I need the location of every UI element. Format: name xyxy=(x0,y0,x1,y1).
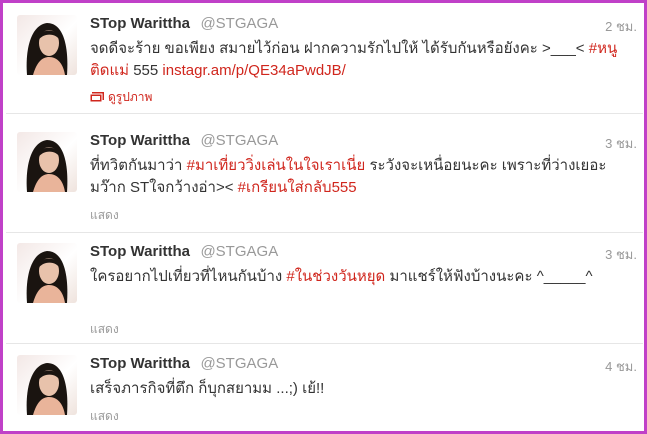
tweet[interactable]: STop Warittha @STGAGA 3 ชม. ใครอยากไปเที… xyxy=(6,234,643,344)
tweet[interactable]: STop Warittha @STGAGA 3 ชม. ที่ทวิตกันมา… xyxy=(6,123,643,233)
hashtag-link[interactable]: #เกรียนใส่กลับ555 xyxy=(238,179,357,196)
avatar[interactable] xyxy=(17,15,77,75)
hashtag-link[interactable]: #ในช่วงวันหยุด xyxy=(286,268,385,285)
tweet-text-part: ที่ทวิตกันมาว่า xyxy=(90,157,187,174)
tweet-text-part: เสร็จภารกิจที่ตึก ก็บุกสยามม ...;) เย้!! xyxy=(90,380,325,397)
tweet-text: ที่ทวิตกันมาว่า #มาเที่ยววิ่งเล่นในใจเรา… xyxy=(90,155,635,199)
tweet-header: STop Warittha @STGAGA 3 ชม. xyxy=(90,243,637,263)
user-screen-name[interactable]: @STGAGA xyxy=(200,132,278,149)
tweet-header: STop Warittha @STGAGA 2 ชม. xyxy=(90,15,637,35)
tweet-text: เสร็จภารกิจที่ตึก ก็บุกสยามม ...;) เย้!! xyxy=(90,378,635,400)
tweet-text-part: 555 xyxy=(129,62,163,79)
tweet-text-part: จดดีจะร้าย ขอเพียง สมายไว้ก่อน ฝากความรั… xyxy=(90,40,589,57)
tweet-header: STop Warittha @STGAGA 4 ชม. xyxy=(90,355,637,375)
avatar[interactable] xyxy=(17,243,77,303)
user-screen-name[interactable]: @STGAGA xyxy=(200,15,278,32)
tweet-text-part: ใครอยากไปเที่ยวที่ไหนกันบ้าง xyxy=(90,268,287,285)
expand-tweet-link[interactable]: แสดง xyxy=(90,320,119,339)
url-link[interactable]: instagr.am/p/QE34aPwdJB/ xyxy=(162,62,345,79)
user-full-name[interactable]: STop Warittha xyxy=(90,243,190,260)
user-full-name[interactable]: STop Warittha xyxy=(90,355,190,372)
expand-tweet-link[interactable]: แสดง xyxy=(90,407,119,426)
user-full-name[interactable]: STop Warittha xyxy=(90,15,190,32)
user-screen-name[interactable]: @STGAGA xyxy=(200,355,278,372)
avatar[interactable] xyxy=(17,355,77,415)
hashtag-link[interactable]: #มาเที่ยววิ่งเล่นในใจเราเนี่ย xyxy=(187,157,366,174)
tweet-timestamp[interactable]: 3 ชม. xyxy=(605,244,637,265)
expand-tweet-link[interactable]: แสดง xyxy=(90,206,119,225)
tweet[interactable]: STop Warittha @STGAGA 2 ชม. จดดีจะร้าย ข… xyxy=(6,6,643,114)
tweet-header: STop Warittha @STGAGA 3 ชม. xyxy=(90,132,637,152)
tweet-text-part: มาแชร์ให้ฟังบ้างนะคะ ^_____^ xyxy=(385,268,593,285)
user-screen-name[interactable]: @STGAGA xyxy=(200,243,278,260)
tweet-text: จดดีจะร้าย ขอเพียง สมายไว้ก่อน ฝากความรั… xyxy=(90,38,635,82)
user-full-name[interactable]: STop Warittha xyxy=(90,132,190,149)
tweet-timestamp[interactable]: 3 ชม. xyxy=(605,133,637,154)
view-photo-label: ดูรูปภาพ xyxy=(108,90,153,104)
avatar[interactable] xyxy=(17,132,77,192)
tweet-timestamp[interactable]: 2 ชม. xyxy=(605,16,637,37)
tweet-text: ใครอยากไปเที่ยวที่ไหนกันบ้าง #ในช่วงวันห… xyxy=(90,266,635,288)
tweet-timestamp[interactable]: 4 ชม. xyxy=(605,356,637,377)
tweet[interactable]: STop Warittha @STGAGA 4 ชม. เสร็จภารกิจท… xyxy=(6,346,643,431)
photo-icon xyxy=(89,91,104,103)
view-photo-button[interactable]: ดูรูปภาพ xyxy=(89,88,153,107)
screenshot-frame: STop Warittha @STGAGA 2 ชม. จดดีจะร้าย ข… xyxy=(0,0,647,434)
